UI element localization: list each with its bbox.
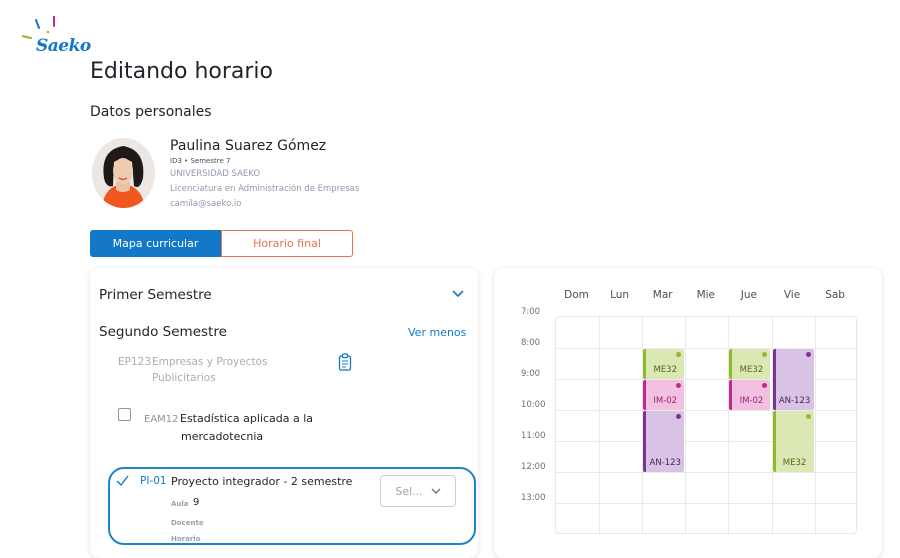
course-code: EAM12 — [144, 414, 179, 425]
page-title: Editando horario — [90, 59, 273, 84]
group-select-value: Sel... — [395, 484, 423, 498]
schedule-event-an-123[interactable]: AN-123 — [643, 411, 685, 472]
time-label: 8:00 — [521, 338, 541, 348]
student-profile: Paulina Suarez Gómez ID3 • Semestre 7 UN… — [170, 138, 359, 212]
course-name: Estadística aplicada a la — [180, 412, 314, 425]
time-label: 10:00 — [521, 400, 546, 410]
docente-label: Docente — [171, 519, 204, 527]
schedule-event-me32[interactable]: ME32 — [643, 349, 685, 379]
course-code: EP123 — [118, 356, 152, 368]
check-icon — [116, 475, 129, 486]
time-label: 11:00 — [521, 431, 546, 441]
day-header-lun: Lun — [610, 289, 630, 301]
tab-horario-final[interactable]: Horario final — [221, 230, 353, 257]
day-header-sab: Sab — [825, 289, 845, 301]
tab-mapa-curricular[interactable]: Mapa curricular — [90, 230, 221, 257]
event-dot-icon — [676, 352, 682, 357]
schedule-event-an-123[interactable]: AN-123 — [772, 349, 814, 410]
event-code: IM-02 — [739, 396, 764, 406]
schedule-event-im-02[interactable]: IM-02 — [643, 380, 685, 410]
student-program: Licenciatura en Administración de Empres… — [170, 184, 360, 194]
student-meta: ID3 • Semestre 7 — [170, 157, 231, 165]
day-header-mie: Mie — [696, 289, 716, 301]
event-dot-icon — [805, 352, 811, 357]
horario-label: Horario — [171, 535, 201, 543]
event-code: IM-02 — [653, 396, 678, 406]
event-code: ME32 — [653, 365, 677, 375]
schedule-event-me32[interactable]: ME32 — [729, 349, 771, 379]
time-label: 12:00 — [521, 462, 546, 472]
time-label: 13:00 — [521, 493, 546, 503]
ver-menos-link[interactable]: Ver menos — [408, 326, 466, 339]
time-label: 9:00 — [521, 369, 541, 379]
event-code: ME32 — [782, 458, 807, 468]
event-dot-icon — [676, 414, 682, 419]
course-item-ep123: EP123Empresas y Proyectos Publicitarios — [118, 354, 267, 386]
semester-1-header[interactable]: Primer Semestre — [99, 287, 212, 303]
schedule-panel: ME32 IM-02 AN-123 ME32 IM-02 AN-123 ME32 Dom Lu… — [494, 268, 882, 558]
day-header-vie: Vie — [783, 289, 801, 301]
schedule-event-me32[interactable]: ME32 — [772, 411, 814, 472]
event-code: ME32 — [739, 365, 764, 375]
course-name: Empresas y Proyectos — [152, 356, 268, 368]
day-header-jue: Jue — [740, 289, 757, 301]
aula-value: 9 — [193, 497, 200, 508]
student-email: camila@saeko.io — [170, 199, 242, 209]
semester-2-header: Segundo Semestre — [99, 324, 227, 340]
day-header-mar: Mar — [652, 289, 673, 301]
student-university: UNIVERSIDAD SAEKO — [170, 169, 261, 179]
avatar — [92, 138, 155, 208]
schedule-event-im-02[interactable]: IM-02 — [729, 380, 771, 410]
group-select[interactable]: Sel... — [380, 475, 456, 507]
event-dot-icon — [805, 414, 811, 419]
clipboard-icon[interactable] — [338, 353, 352, 371]
saeko-logo: Saeko — [22, 16, 92, 62]
section-title: Datos personales — [90, 104, 212, 120]
course-checkbox-eam12[interactable] — [118, 408, 131, 421]
course-name: Proyecto integrador - 2 semestre — [171, 475, 353, 488]
curriculum-panel: Primer Semestre Segundo Semestre Ver men… — [90, 268, 478, 558]
event-dot-icon — [762, 383, 768, 388]
aula-label: Aula — [171, 500, 189, 508]
student-name: Paulina Suarez Gómez — [170, 138, 327, 154]
course-item-eam12: EAM12Estadística aplicada a la mercadote… — [144, 410, 313, 445]
course-name-cont: mercadotecnia — [181, 430, 264, 443]
event-code: AN-123 — [778, 396, 811, 406]
event-dot-icon — [762, 352, 768, 357]
schedule-grid: ME32 IM-02 AN-123 ME32 IM-02 AN-123 ME32 — [555, 316, 857, 534]
course-code: PI-01 — [140, 475, 167, 487]
time-label: 7:00 — [521, 307, 541, 317]
brand-name: Saeko — [36, 36, 91, 56]
event-code: AN-123 — [649, 458, 681, 468]
chevron-down-icon[interactable] — [452, 290, 464, 298]
day-header-dom: Dom — [564, 289, 589, 301]
course-name-cont: Publicitarios — [152, 372, 216, 384]
event-dot-icon — [676, 383, 682, 388]
chevron-down-icon — [431, 488, 441, 494]
